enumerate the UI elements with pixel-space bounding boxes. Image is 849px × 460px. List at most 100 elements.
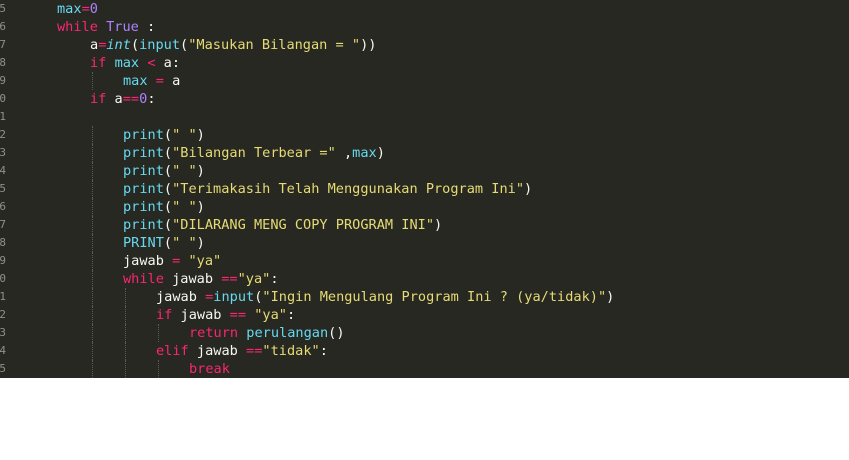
- code-token: ==: [122, 91, 140, 107]
- code-token: (: [163, 235, 173, 251]
- code-token: "Terimakasih Telah Menggunakan Program I…: [172, 181, 525, 197]
- code-token: jawab: [172, 307, 230, 323]
- code-token: ): [434, 217, 443, 233]
- code-token: (: [180, 37, 189, 53]
- code-line[interactable]: return perulangan(): [189, 324, 345, 342]
- code-token: max: [57, 1, 82, 17]
- line-number: 5: [0, 182, 6, 195]
- code-token: <: [147, 55, 156, 71]
- code-line[interactable]: jawab = "ya": [123, 252, 221, 270]
- code-token: print: [123, 217, 164, 233]
- line-number: 9: [0, 74, 6, 87]
- code-token: if: [90, 91, 107, 107]
- code-token: (: [163, 145, 173, 161]
- code-editor[interactable]: 5678901234567890123456 max=0while True :…: [0, 0, 849, 378]
- line-number: 0: [0, 272, 6, 285]
- code-token: if: [90, 55, 107, 71]
- code-line[interactable]: print(" "): [123, 126, 205, 144]
- indent-guide: [92, 270, 93, 288]
- code-token: print: [123, 163, 164, 179]
- code-line[interactable]: print("Terimakasih Telah Menggunakan Pro…: [123, 180, 532, 198]
- code-line[interactable]: while True :: [57, 18, 155, 36]
- code-line[interactable]: if max < a:: [90, 54, 180, 72]
- code-token: while: [57, 19, 98, 35]
- code-line[interactable]: jawab =input("Ingin Mengulang Program In…: [156, 288, 614, 306]
- code-token: :: [147, 91, 156, 107]
- indent-guide: [125, 288, 126, 306]
- code-token: ): [196, 127, 205, 143]
- indent-guide: [92, 180, 93, 198]
- code-token: (: [163, 127, 173, 143]
- blank-area-below-editor: [0, 378, 849, 460]
- code-token: =: [155, 73, 164, 89]
- code-token: break: [189, 361, 230, 377]
- code-line[interactable]: while jawab =="ya":: [123, 270, 279, 288]
- code-token: (: [163, 181, 173, 197]
- code-token: ==: [229, 307, 247, 323]
- code-line[interactable]: a=int(input("Masukan Bilangan = ")): [90, 36, 376, 54]
- code-token: (: [163, 163, 173, 179]
- indent-guide: [92, 216, 93, 234]
- indent-guide: [92, 306, 93, 324]
- code-token: perulangan: [246, 325, 329, 341]
- code-token: jawab: [156, 289, 206, 305]
- code-line[interactable]: PRINT(" "): [123, 234, 205, 252]
- code-line[interactable]: print(" "): [123, 198, 205, 216]
- code-token: "tidak": [262, 343, 320, 359]
- code-token: ,: [335, 145, 353, 161]
- code-token: ): [376, 145, 385, 161]
- code-token: print: [123, 127, 164, 143]
- line-number: 0: [0, 92, 6, 105]
- code-token: input: [139, 37, 181, 53]
- code-line[interactable]: print("DILARANG MENG COPY PROGRAM INI"): [123, 216, 442, 234]
- indent-guide: [92, 162, 93, 180]
- code-token: PRINT: [123, 235, 164, 251]
- code-line[interactable]: print(" "): [123, 162, 205, 180]
- indent-guide: [125, 342, 126, 360]
- code-line[interactable]: max = a: [123, 72, 180, 90]
- code-line[interactable]: max=0: [57, 0, 98, 18]
- line-number: 8: [0, 56, 6, 69]
- code-line[interactable]: break: [189, 360, 230, 378]
- line-number: 3: [0, 326, 6, 339]
- code-token: while: [123, 271, 164, 287]
- code-token: ): [196, 235, 205, 251]
- code-token: if: [156, 307, 173, 323]
- line-number: 1: [0, 290, 6, 303]
- indent-guide: [92, 252, 93, 270]
- line-number: 1: [0, 110, 6, 123]
- code-token: a:: [155, 55, 181, 71]
- code-token: :: [270, 271, 279, 287]
- code-token: =: [81, 1, 90, 17]
- indent-guide: [92, 288, 93, 306]
- code-line[interactable]: elif jawab =="tidak":: [156, 342, 328, 360]
- code-token: "DILARANG MENG COPY PROGRAM INI": [172, 217, 435, 233]
- line-number: 9: [0, 254, 6, 267]
- code-token: ): [606, 289, 615, 305]
- code-line[interactable]: print("Bilangan Terbear =" ,max): [123, 144, 385, 162]
- code-token: 0: [89, 1, 98, 17]
- indent-guide: [125, 306, 126, 324]
- line-number: 2: [0, 308, 6, 321]
- line-number: 5: [0, 362, 6, 375]
- line-number: 5: [0, 2, 6, 15]
- line-number-gutter: 5678901234567890123456: [0, 0, 8, 378]
- line-number: 7: [0, 38, 6, 51]
- code-token: (: [163, 217, 173, 233]
- code-token: True: [106, 19, 139, 35]
- code-line[interactable]: if jawab == "ya":: [156, 306, 295, 324]
- code-token: max: [114, 55, 140, 71]
- code-line[interactable]: if a==0:: [90, 90, 156, 108]
- code-token: print: [123, 199, 164, 215]
- code-token: int: [106, 37, 131, 53]
- indent-guide: [158, 324, 159, 342]
- code-token: max: [123, 73, 148, 89]
- code-token: input: [213, 289, 255, 305]
- code-token: :: [138, 19, 156, 35]
- code-token: (: [163, 199, 173, 215]
